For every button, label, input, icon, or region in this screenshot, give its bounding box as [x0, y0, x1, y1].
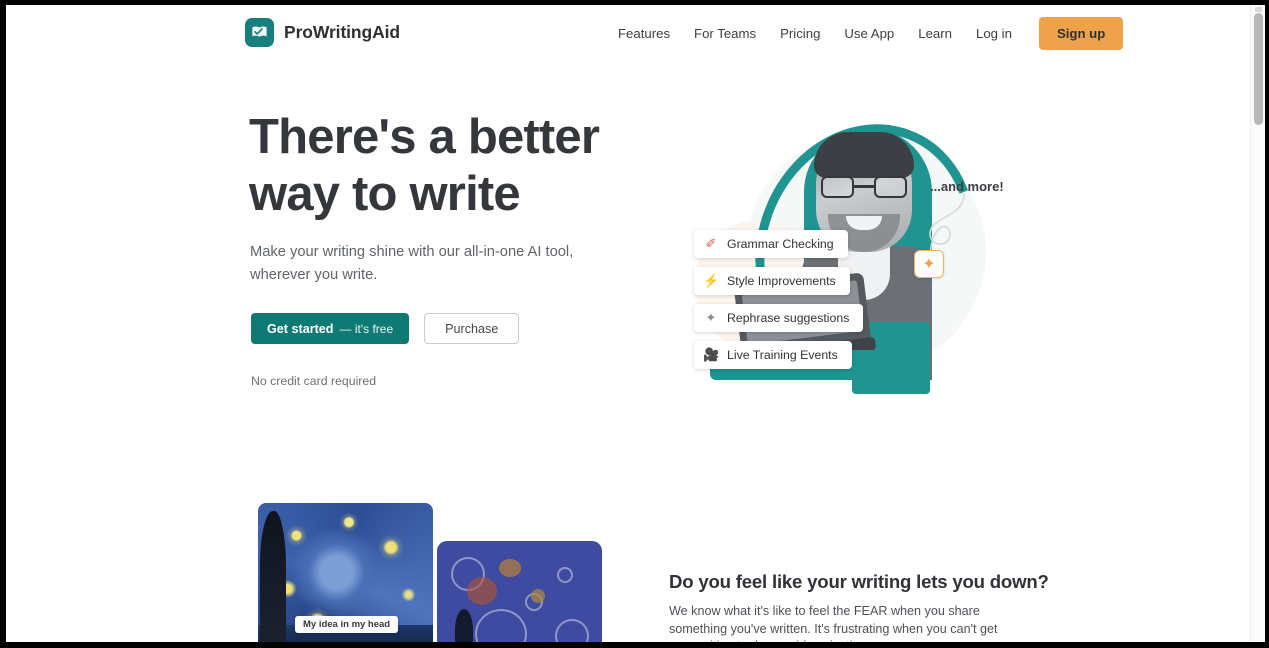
- feature-pill-live-training-events[interactable]: 🎥 Live Training Events: [694, 341, 852, 369]
- feature-pill-label: Style Improvements: [727, 274, 836, 288]
- page-content: ProWritingAid Features For Teams Pricing…: [6, 5, 1265, 642]
- sparkle-icon: ✦: [914, 250, 944, 278]
- section-two-body: We know what it's like to feel the FEAR …: [669, 604, 998, 642]
- brand-name: ProWritingAid: [284, 22, 401, 42]
- nav-item-log-in[interactable]: Log in: [964, 17, 1024, 50]
- nav-item-features[interactable]: Features: [606, 17, 682, 50]
- image-caption: My idea in my head: [295, 616, 399, 633]
- painting-cypress-tree: [260, 511, 286, 642]
- get-started-button[interactable]: Get started — it's free: [251, 313, 410, 344]
- simplified-sketch-panel: [437, 541, 602, 642]
- sign-up-button[interactable]: Sign up: [1038, 17, 1124, 50]
- section-two-heading: Do you feel like your writing lets you d…: [669, 571, 1049, 592]
- browser-viewport: ProWritingAid Features For Teams Pricing…: [0, 0, 1269, 648]
- get-started-sublabel: — it's free: [339, 321, 394, 336]
- nav-item-for-teams[interactable]: For Teams: [682, 17, 768, 50]
- video-camera-icon: 🎥: [703, 347, 720, 362]
- window-chrome-top: [0, 0, 1269, 5]
- feature-pill-label: Grammar Checking: [727, 237, 834, 251]
- starry-night-illustration: My idea in my head: [251, 503, 602, 642]
- hero-heading: There's a better way to write: [249, 110, 600, 221]
- feature-pill-label: Live Training Events: [727, 348, 838, 362]
- person-hair: [814, 132, 914, 178]
- site-header: ProWritingAid Features For Teams Pricing…: [6, 5, 1250, 61]
- main-nav: Features For Teams Pricing Use App Learn…: [606, 17, 1124, 50]
- hero-cta-group: Get started — it's free Purchase: [251, 313, 520, 344]
- page-scrollbar[interactable]: [1250, 5, 1265, 642]
- no-credit-card-note: No credit card required: [251, 374, 377, 388]
- magic-wand-icon: ✦: [705, 310, 717, 325]
- sketch-cypress-tree: [455, 609, 473, 642]
- scroll-up-arrow[interactable]: [1255, 7, 1262, 12]
- nav-item-learn[interactable]: Learn: [906, 17, 964, 50]
- nav-item-use-app[interactable]: Use App: [832, 17, 906, 50]
- feature-pill-rephrase-suggestions[interactable]: ✦ Rephrase suggestions: [694, 304, 864, 332]
- quill-pen-icon: ✐: [705, 236, 717, 251]
- feature-pill-grammar-checking[interactable]: ✐ Grammar Checking: [694, 230, 848, 258]
- feature-pill-list: ✐ Grammar Checking ⚡ Style Improvements …: [694, 230, 864, 378]
- feature-pill-style-improvements[interactable]: ⚡ Style Improvements: [694, 267, 850, 295]
- nav-item-pricing[interactable]: Pricing: [768, 17, 832, 50]
- and-more-label: ...and more!: [930, 179, 1004, 194]
- hero-subheading: Make your writing shine with our all-in-…: [250, 244, 574, 283]
- window-chrome-right: [1265, 0, 1269, 648]
- purchase-button[interactable]: Purchase: [424, 313, 520, 344]
- hero-illustration: ...and more! ✦ ✐ Grammar Checking ⚡ Styl…: [666, 90, 1066, 404]
- get-started-label: Get started: [267, 321, 334, 336]
- window-chrome-left: [0, 0, 6, 648]
- brand-logo[interactable]: ProWritingAid: [245, 18, 400, 47]
- window-chrome-bottom: [0, 642, 1269, 648]
- lightning-bolt-icon: ⚡: [703, 273, 720, 288]
- glasses-icon: [821, 176, 907, 198]
- scrollbar-thumb[interactable]: [1254, 13, 1263, 125]
- book-check-icon: [245, 18, 274, 47]
- feature-pill-label: Rephrase suggestions: [727, 311, 850, 325]
